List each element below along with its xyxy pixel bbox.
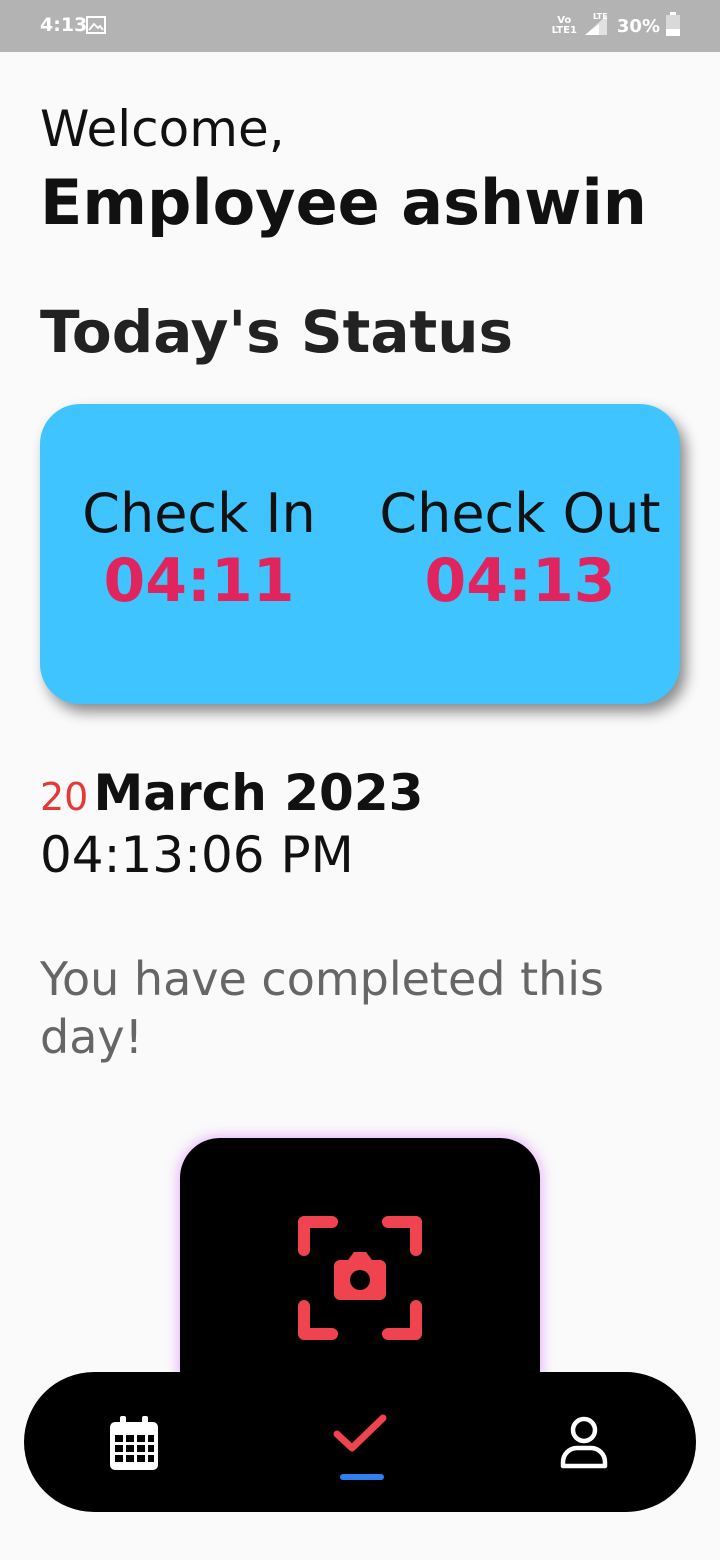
volte-indicator: Vo LTE1 — [551, 15, 577, 36]
nav-profile[interactable] — [534, 1372, 634, 1512]
attendance-status-card: Check In 04:11 Check Out 04:13 — [40, 404, 680, 704]
bottom-navigation — [24, 1372, 696, 1512]
completion-message: You have completed this day! — [40, 952, 605, 1064]
check-in-time: 04:11 — [103, 546, 295, 616]
status-time: 4:13 — [40, 14, 88, 36]
gallery-notification-icon — [86, 16, 106, 38]
date-day: 20 — [40, 775, 89, 819]
current-time: 04:13:06 PM — [40, 826, 354, 884]
check-icon — [333, 1414, 387, 1452]
welcome-text: Welcome, — [40, 100, 285, 158]
check-out-section: Check Out 04:13 — [360, 482, 680, 616]
date-month-year: March 2023 — [93, 764, 424, 822]
check-out-label: Check Out — [379, 482, 661, 545]
status-title: Today's Status — [40, 298, 514, 366]
status-bar: 4:13 Vo LTE1 LTE 30% — [0, 0, 720, 52]
nav-attendance[interactable] — [310, 1372, 410, 1512]
check-in-label: Check In — [82, 482, 316, 545]
calendar-icon — [110, 1416, 158, 1470]
battery-icon — [666, 12, 680, 40]
employee-name: Employee ashwin — [40, 166, 647, 239]
nav-calendar[interactable] — [84, 1372, 184, 1512]
check-out-time: 04:13 — [424, 546, 616, 616]
camera-scan-icon — [298, 1216, 422, 1344]
profile-icon — [560, 1416, 608, 1469]
signal-icon: LTE — [583, 11, 611, 41]
active-tab-indicator — [340, 1474, 384, 1480]
status-indicators: Vo LTE1 LTE 30% — [552, 12, 680, 40]
battery-percent: 30% — [616, 15, 660, 37]
check-in-section: Check In 04:11 — [40, 482, 358, 616]
current-date: 20 March 2023 — [40, 764, 423, 822]
